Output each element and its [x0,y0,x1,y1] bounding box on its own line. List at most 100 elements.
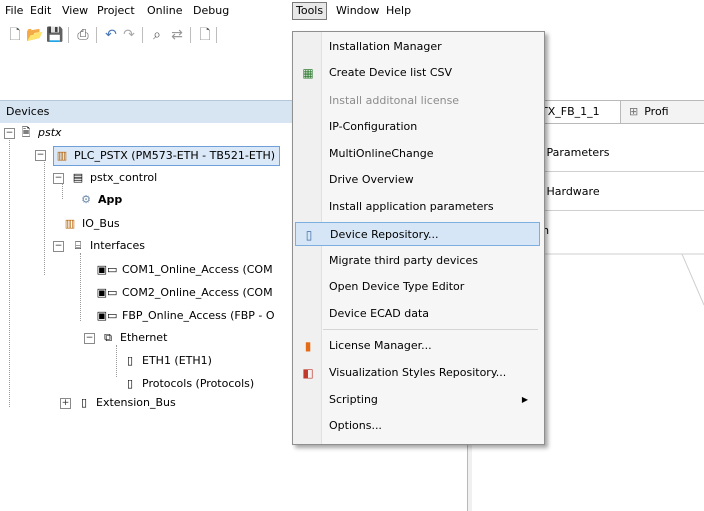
menu-file[interactable]: File [2,3,26,19]
menu-item-label: Device ECAD data [329,307,430,320]
menu-item-label: License Manager... [329,339,432,352]
license-icon: ▮ [304,339,312,353]
menu-item-drive-overview[interactable]: Drive Overview [295,168,540,192]
menu-item-installation-manager[interactable]: Installation Manager [295,35,540,59]
menu-item-open-device-type-editor[interactable]: Open Device Type Editor [295,275,540,299]
tree-item-fbp[interactable]: ▣▭ FBP_Online_Access (FBP - O [96,307,275,325]
menu-view[interactable]: View [59,3,91,19]
tree-item-com2[interactable]: ▣▭ COM2_Online_Access (COM [96,284,273,302]
tree-item-extension-bus[interactable]: ▯ Extension_Bus [76,394,176,412]
collapse-toggle[interactable]: − [35,150,46,161]
menu-tools[interactable]: Tools [292,2,328,20]
tree-item-label: COM1_Online_Access (COM [122,263,273,276]
device-icon: ▯ [80,396,88,409]
menu-item-label: Device Repository... [330,228,439,241]
project-icon: 🗎 [21,126,31,139]
csv-icon: ▦ [302,66,314,80]
menu-item-label: Open Device Type Editor [329,280,465,293]
menu-item-device-repository[interactable]: ▯ Device Repository... [295,222,540,246]
tree-guide-line [62,183,63,199]
tree-item-protocols[interactable]: ▯ Protocols (Protocols) [122,375,254,393]
bus-icon: ▥ [64,217,76,230]
find-icon[interactable]: ⌕ [148,26,166,44]
menu-item-create-device-list-csv[interactable]: ▦ Create Device list CSV [295,61,540,85]
new-file-icon[interactable]: 🗋 [6,26,24,44]
menu-item-visualization-styles-repository[interactable]: ◧ Visualization Styles Repository... [295,361,540,385]
collapse-toggle[interactable]: − [4,128,15,139]
menu-online[interactable]: Online [144,3,185,19]
menu-item-migrate-third-party-devices[interactable]: Migrate third party devices [295,249,540,273]
menu-item-label: Drive Overview [329,173,414,186]
device-repository-icon: ▯ [305,228,313,242]
tree-item-interfaces[interactable]: ⌸ Interfaces [70,237,145,255]
tree-item-app[interactable]: ⚙ App [78,191,122,209]
tree-guide-line [44,157,45,275]
print-icon[interactable]: ⎙ [74,26,92,44]
menu-help[interactable]: Help [383,3,414,19]
tree-item-com1[interactable]: ▣▭ COM1_Online_Access (COM [96,261,273,279]
menu-item-label: Options... [329,419,382,432]
toolbar-separator [68,27,69,43]
menu-item-label: Install additonal license [329,94,460,107]
tree-item-project[interactable]: 🗎 pstx [18,124,62,142]
menu-item-multionlinechange[interactable]: MultiOnlineChange [295,142,540,166]
menu-item-options[interactable]: Options... [295,414,540,438]
collapse-toggle[interactable]: − [53,173,64,184]
interfaces-icon: ⌸ [74,239,82,252]
visualization-styles-icon: ◧ [302,366,314,380]
redo-icon[interactable]: ↷ [120,26,138,44]
replace-icon[interactable]: ⇄ [168,26,186,44]
undo-icon[interactable]: ↶ [102,26,120,44]
menu-project[interactable]: Project [94,3,138,19]
menu-item-label: Migrate third party devices [329,254,478,267]
menu-item-install-additional-license: Install additonal license [295,89,540,113]
menu-item-device-ecad-data[interactable]: Device ECAD data [295,302,540,326]
tab-label: Profi [644,105,669,118]
com-port-icon: ▣▭ [96,286,118,299]
menu-window[interactable]: Window [333,3,382,19]
tree-item-io-bus[interactable]: ▥ IO_Bus [62,215,120,233]
tree-item-label: PLC_PSTX (PM573-ETH - TB521-ETH) [74,149,276,162]
menu-edit[interactable]: Edit [27,3,54,19]
tools-menu: Installation Manager ▦ Create Device list… [292,31,545,445]
tree-item-label: App [98,193,123,206]
tree-guide-line [9,137,10,407]
tab-profi[interactable]: ⊞ Profi [620,100,704,123]
menu-item-label: Scripting [329,393,378,406]
tree-item-application[interactable]: ▤ pstx_control [70,169,157,187]
menu-item-label: IP-Configuration [329,120,418,133]
save-icon[interactable]: 💾 [46,26,64,44]
menu-item-label: Visualization Styles Repository... [329,366,507,379]
menu-item-label: Installation Manager [329,40,442,53]
tree-guide-line [80,253,81,321]
menu-item-label: MultiOnlineChange [329,147,434,160]
submenu-arrow-icon: ▶ [521,395,528,404]
menu-item-ip-configuration[interactable]: IP-Configuration [295,115,540,139]
menu-bar: File Edit View Project Online Debug Tool… [0,0,704,22]
tree-item-label: pstx_control [90,171,158,184]
tree-item-eth1[interactable]: ▯ ETH1 (ETH1) [122,352,212,370]
expand-toggle[interactable]: + [60,398,71,409]
editor-divider-line [532,253,704,306]
tree-guide-line [116,345,117,377]
document-icon[interactable]: 🗋 [196,26,214,44]
collapse-toggle[interactable]: − [53,241,64,252]
menu-item-install-application-parameters[interactable]: Install application parameters [295,195,540,219]
gear-icon: ⚙ [81,193,91,206]
tree-item-label: ETH1 (ETH1) [142,354,212,367]
menu-item-label: Install application parameters [329,200,494,213]
device-icon: ▯ [126,377,134,390]
tree-item-plc[interactable]: ▥ PLC_PSTX (PM573-ETH - TB521-ETH) [53,146,281,166]
com-port-icon: ▣▭ [96,263,118,276]
tab-fb[interactable]: TX_FB_1_1 [532,100,633,123]
tree-item-label: Extension_Bus [96,396,176,409]
toolbar-separator [96,27,97,43]
menu-debug[interactable]: Debug [190,3,232,19]
tree-item-ethernet[interactable]: ⧉ Ethernet [100,329,167,347]
menu-item-license-manager[interactable]: ▮ License Manager... [295,334,540,358]
menu-item-scripting[interactable]: Scripting ▶ [295,388,540,412]
toolbar-separator [190,27,191,43]
menu-item-label: Create Device list CSV [329,66,453,79]
collapse-toggle[interactable]: − [84,333,95,344]
open-folder-icon[interactable]: 📂 [26,26,44,44]
